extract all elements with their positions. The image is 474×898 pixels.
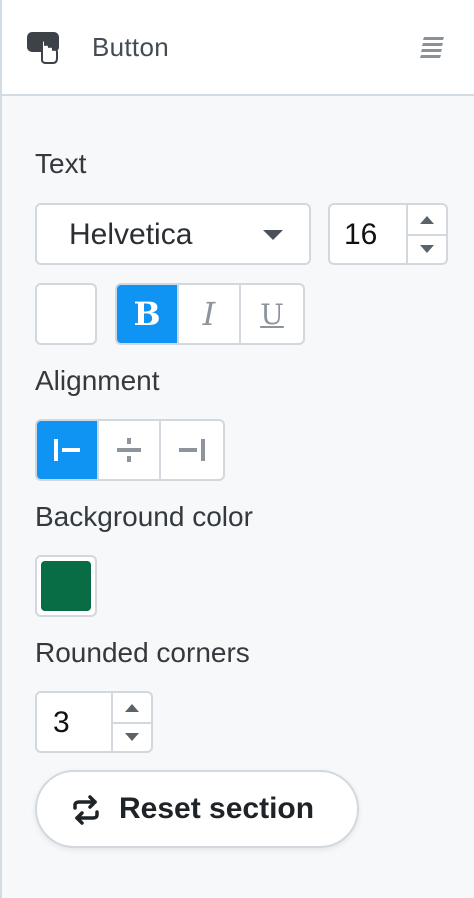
drag-handle-icon[interactable]	[420, 36, 446, 60]
caret-up-icon	[420, 215, 434, 224]
text-color-fill	[41, 289, 91, 339]
reset-section-button[interactable]: Reset section	[35, 770, 359, 848]
bold-icon: B	[133, 295, 161, 333]
font-family-select[interactable]: Helvetica	[35, 203, 311, 265]
chevron-down-icon	[263, 230, 283, 240]
rounded-corners-increment[interactable]	[113, 693, 151, 722]
align-center-button[interactable]	[99, 421, 161, 479]
font-size-increment[interactable]	[408, 205, 446, 234]
rounded-corners-stepper[interactable]: 3	[35, 691, 153, 753]
underline-icon: U	[260, 297, 284, 331]
caret-down-icon	[420, 244, 434, 253]
repeat-icon	[73, 795, 99, 825]
font-family-value: Helvetica	[69, 218, 193, 251]
align-right-icon	[179, 439, 205, 461]
font-size-decrement[interactable]	[408, 234, 446, 263]
font-size-value[interactable]: 16	[344, 218, 377, 252]
rounded-corners-value[interactable]: 3	[53, 706, 70, 740]
background-color-swatch[interactable]	[35, 555, 97, 617]
align-left-icon	[54, 439, 80, 461]
caret-down-icon	[125, 732, 139, 741]
panel-header: Button	[0, 0, 474, 96]
align-center-icon	[117, 438, 141, 462]
text-color-swatch[interactable]	[35, 283, 97, 345]
rounded-corners-label: Rounded corners	[35, 637, 250, 668]
background-color-fill	[41, 561, 91, 611]
font-size-arrows	[406, 205, 446, 263]
italic-button[interactable]: I	[179, 285, 241, 343]
caret-up-icon	[125, 703, 139, 712]
alignment-group	[35, 419, 225, 481]
panel-title: Button	[92, 32, 169, 62]
background-color-label: Background color	[35, 501, 253, 532]
align-right-button[interactable]	[161, 421, 223, 479]
italic-icon: I	[202, 295, 216, 333]
rounded-corners-decrement[interactable]	[113, 722, 151, 751]
reset-section-label: Reset section	[119, 792, 315, 825]
align-left-button[interactable]	[37, 421, 99, 479]
rounded-corners-arrows	[111, 693, 151, 751]
text-label: Text	[35, 148, 87, 179]
underline-button[interactable]: U	[241, 285, 303, 343]
bold-button[interactable]: B	[117, 285, 179, 343]
alignment-label: Alignment	[35, 365, 160, 396]
text-format-group: B I U	[115, 283, 305, 345]
button-pointer-icon	[27, 32, 59, 64]
font-size-stepper[interactable]: 16	[328, 203, 448, 265]
